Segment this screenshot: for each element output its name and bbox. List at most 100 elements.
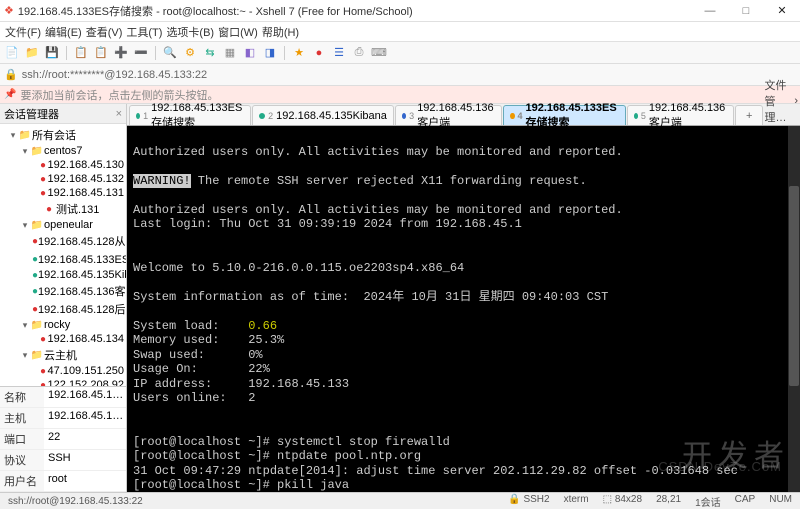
address-bar: 🔒 ssh://root:********@192.168.45.133:22: [0, 64, 800, 86]
prop-user-key: 用户名: [0, 471, 44, 491]
tree-item-label: 192.168.45.133ES存储搜索: [38, 251, 126, 267]
scrollbar-thumb[interactable]: [789, 186, 799, 386]
pin-icon[interactable]: 📌: [4, 89, 16, 100]
menu-bar: 文件(F) 编辑(E) 查看(V) 工具(T) 选项卡(B) 窗口(W) 帮助(…: [0, 22, 800, 42]
disconnect-icon[interactable]: ➖: [133, 45, 149, 61]
tree-item-label: 47.109.151.250: [48, 365, 124, 377]
status-connection: ssh://root@192.168.45.133:22: [4, 496, 147, 507]
transfer-icon[interactable]: ⇆: [202, 45, 218, 61]
connect-icon[interactable]: ➕: [113, 45, 129, 61]
chevron-right-icon[interactable]: ›: [794, 95, 798, 107]
session-tabs: 1 192.168.45.133ES存储搜索2 192.168.45.135Ki…: [127, 104, 800, 126]
menu-edit[interactable]: 编辑(E): [44, 22, 83, 42]
tab-status-dot: [136, 113, 140, 119]
tree-session[interactable]: ●192.168.45.128后端1: [0, 300, 126, 318]
session-tab[interactable]: 1 192.168.45.133ES存储搜索: [129, 105, 251, 125]
tree-session[interactable]: ●192.168.45.133ES存储搜索: [0, 250, 126, 268]
session-manager-title: 会话管理器: [4, 106, 59, 122]
minimize-button[interactable]: —: [696, 2, 724, 20]
tool1-icon[interactable]: ▦: [222, 45, 238, 61]
tool7-icon[interactable]: ⎙: [351, 45, 367, 61]
watermark: 开发者: [682, 450, 790, 465]
tree-session[interactable]: ●192.168.45.132: [0, 172, 126, 186]
tree-item-icon: ●: [38, 188, 47, 199]
tree-root[interactable]: ▾📁所有会话: [0, 126, 126, 144]
expand-icon[interactable]: ▾: [20, 350, 30, 361]
tool3-icon[interactable]: ◨: [262, 45, 278, 61]
tree-item-label: 192.168.45.136客户端: [38, 283, 126, 299]
status-num: NUM: [765, 494, 796, 509]
session-tab[interactable]: 4 192.168.45.133ES存储搜索: [503, 105, 625, 125]
toolbar: 📄 📁 💾 📋 📋 ➕ ➖ 🔍 ⚙ ⇆ ▦ ◧ ◨ ★ ● ☰ ⎙ ⌨: [0, 42, 800, 64]
prop-host-val: 192.168.45.1…: [44, 408, 126, 428]
scrollbar[interactable]: [788, 126, 800, 492]
tree-item-icon: 📁: [18, 130, 32, 141]
separator: [155, 46, 156, 60]
session-tab[interactable]: 5 192.168.45.136客户端: [627, 105, 734, 125]
new-tab-button[interactable]: +: [735, 105, 763, 125]
prop-port-val: 22: [44, 429, 126, 449]
session-manager-panel: 会话管理器 × ▾📁所有会话▾📁centos7●192.168.45.130●1…: [0, 104, 127, 492]
tree-folder-云主机[interactable]: ▾📁云主机: [0, 346, 126, 364]
tree-folder-centos7[interactable]: ▾📁centos7: [0, 144, 126, 158]
tree-item-label: 192.168.45.135Kibana: [38, 269, 126, 281]
save-icon[interactable]: 💾: [44, 45, 60, 61]
session-manager-header: 会话管理器 ×: [0, 104, 126, 124]
tree-session[interactable]: ●192.168.45.131: [0, 186, 126, 200]
session-tab[interactable]: 3 192.168.45.136客户端: [395, 105, 502, 125]
open-icon[interactable]: 📁: [24, 45, 40, 61]
file-manager-tab[interactable]: 文件管理…: [764, 77, 790, 125]
close-button[interactable]: ✕: [768, 2, 796, 20]
menu-view[interactable]: 查看(V): [85, 22, 124, 42]
status-sessions: 1会话: [691, 494, 725, 509]
tree-item-icon: 📁: [30, 146, 44, 157]
status-ssh: 🔒 SSH2: [504, 494, 553, 509]
tree-item-label: 122.152.208.92: [48, 379, 124, 386]
tool8-icon[interactable]: ⌨: [371, 45, 387, 61]
menu-file[interactable]: 文件(F): [4, 22, 42, 42]
session-tab[interactable]: 2 192.168.45.135Kibana: [252, 105, 394, 125]
tab-label: 192.168.45.135Kibana: [276, 110, 387, 122]
maximize-button[interactable]: □: [732, 2, 760, 20]
tree-session[interactable]: ●192.168.45.128从: [0, 232, 126, 250]
menu-tab[interactable]: 选项卡(B): [165, 22, 215, 42]
expand-icon[interactable]: ▾: [8, 130, 18, 141]
tree-session[interactable]: ●47.109.151.250: [0, 364, 126, 378]
separator: [66, 46, 67, 60]
window-title: 192.168.45.133ES存储搜索 - root@localhost:~ …: [18, 3, 696, 19]
tab-status-dot: [402, 113, 406, 119]
prop-proto-val: SSH: [44, 450, 126, 470]
menu-window[interactable]: 窗口(W): [217, 22, 259, 42]
tree-session[interactable]: ●192.168.45.130: [0, 158, 126, 172]
address-text[interactable]: ssh://root:********@192.168.45.133:22: [22, 69, 207, 81]
tree-item-label: rocky: [44, 319, 70, 331]
tree-session[interactable]: ●192.168.45.134: [0, 332, 126, 346]
tool5-icon[interactable]: ●: [311, 45, 327, 61]
tool2-icon[interactable]: ◧: [242, 45, 258, 61]
tool6-icon[interactable]: ☰: [331, 45, 347, 61]
tree-item-icon: ●: [38, 160, 47, 171]
tree-item-icon: 📁: [30, 320, 44, 331]
tool4-icon[interactable]: ★: [291, 45, 307, 61]
menu-help[interactable]: 帮助(H): [261, 22, 300, 42]
panel-close-icon[interactable]: ×: [116, 108, 122, 120]
expand-icon[interactable]: ▾: [20, 220, 30, 231]
session-tree[interactable]: ▾📁所有会话▾📁centos7●192.168.45.130●192.168.4…: [0, 124, 126, 386]
expand-icon[interactable]: ▾: [20, 146, 30, 157]
tree-item-label: 所有会话: [32, 127, 76, 143]
paste-icon[interactable]: 📋: [93, 45, 109, 61]
props-icon[interactable]: ⚙: [182, 45, 198, 61]
tree-session[interactable]: ●测试.131: [0, 200, 126, 218]
tree-session[interactable]: ●192.168.45.136客户端: [0, 282, 126, 300]
tree-folder-openeular[interactable]: ▾📁openeular: [0, 218, 126, 232]
tree-session[interactable]: ●192.168.45.135Kibana: [0, 268, 126, 282]
status-cap: CAP: [731, 494, 760, 509]
new-session-icon[interactable]: 📄: [4, 45, 20, 61]
find-icon[interactable]: 🔍: [162, 45, 178, 61]
expand-icon[interactable]: ▾: [20, 320, 30, 331]
menu-tools[interactable]: 工具(T): [125, 22, 163, 42]
copy-icon[interactable]: 📋: [73, 45, 89, 61]
tree-session[interactable]: ●122.152.208.92: [0, 378, 126, 386]
terminal-output[interactable]: Authorized users only. All activities ma…: [127, 126, 800, 492]
tree-folder-rocky[interactable]: ▾📁rocky: [0, 318, 126, 332]
